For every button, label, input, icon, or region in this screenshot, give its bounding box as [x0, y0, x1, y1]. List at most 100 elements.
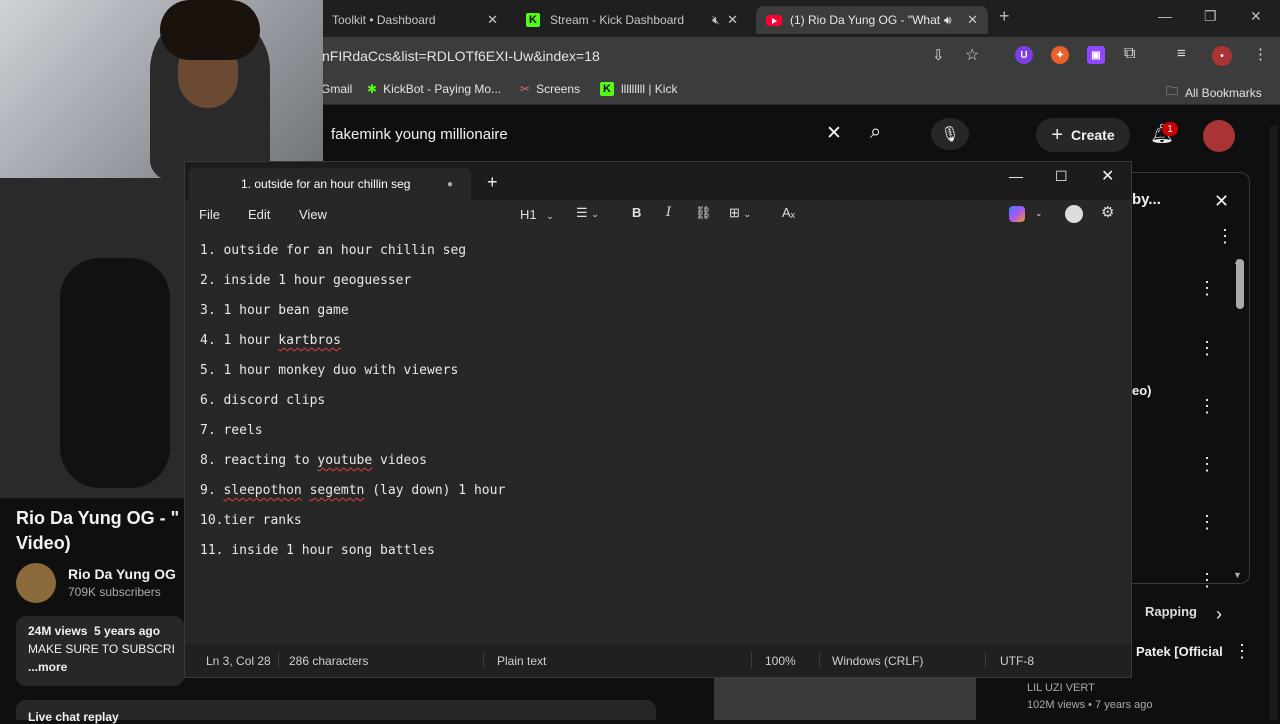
- encoding[interactable]: UTF-8: [1000, 654, 1034, 668]
- more-options-icon[interactable]: ⋮: [1198, 279, 1216, 297]
- chip-rapping[interactable]: Rapping: [1145, 604, 1197, 619]
- minimize-icon[interactable]: —: [1158, 8, 1172, 24]
- line-ending[interactable]: Windows (CRLF): [832, 654, 923, 668]
- install-app-icon[interactable]: ⇩: [932, 46, 945, 64]
- notepad-tab[interactable]: 1. outside for an hour chillin seg ●: [189, 168, 471, 200]
- folder-icon: 🗀: [1166, 84, 1179, 98]
- url-field[interactable]: nFIRdaCcs&list=RDLOTf6EXI-Uw&index=18: [322, 48, 600, 64]
- description-text: MAKE SURE TO SUBSCRI: [28, 642, 175, 656]
- list-item: 4. 1 hour kartbros: [200, 333, 341, 348]
- video-player[interactable]: [0, 178, 184, 498]
- misspelled-word: youtube: [317, 453, 373, 468]
- scroll-up-icon[interactable]: ▲: [1233, 256, 1242, 266]
- user-avatar[interactable]: [1203, 120, 1235, 152]
- format-indicator[interactable]: Plain text: [497, 654, 546, 668]
- more-options-icon[interactable]: ⋮: [1198, 455, 1216, 473]
- close-panel-icon[interactable]: ✕: [1214, 191, 1229, 212]
- recommended-channel[interactable]: LIL UZI VERT: [1027, 682, 1095, 694]
- menu-file[interactable]: File: [199, 207, 220, 222]
- voice-search-icon[interactable]: 🎙︎: [931, 118, 969, 150]
- minimize-icon[interactable]: —: [1009, 168, 1023, 184]
- search-icon[interactable]: ⌕: [870, 121, 881, 144]
- restore-icon[interactable]: ❐: [1204, 8, 1217, 25]
- close-icon[interactable]: ✕: [487, 12, 498, 28]
- bookmark-gmail[interactable]: Gmail: [321, 82, 352, 96]
- close-icon[interactable]: ✕: [1101, 166, 1114, 186]
- italic-icon[interactable]: I: [666, 205, 671, 220]
- more-options-icon[interactable]: ⋮: [1198, 339, 1216, 357]
- close-window-icon[interactable]: ✕: [1250, 8, 1262, 25]
- page-scrollbar[interactable]: [1270, 126, 1278, 720]
- menu-edit[interactable]: Edit: [248, 207, 270, 222]
- media-controls-icon[interactable]: ≡: [1177, 45, 1186, 62]
- star-icon[interactable]: ☆: [965, 45, 979, 65]
- create-button[interactable]: + Create: [1036, 118, 1130, 152]
- chevron-right-icon[interactable]: ›: [1216, 604, 1222, 625]
- more-options-icon[interactable]: ⋮: [1198, 513, 1216, 531]
- new-tab-icon[interactable]: +: [999, 6, 1010, 27]
- list-item: 10.tier ranks: [200, 513, 302, 528]
- table-icon[interactable]: ⊞ ⌄: [729, 205, 751, 221]
- menu-view[interactable]: View: [299, 207, 327, 222]
- bookmark-screens[interactable]: ✂ Screens: [520, 82, 580, 96]
- profile-avatar[interactable]: •: [1212, 46, 1232, 66]
- account-icon[interactable]: [1065, 205, 1083, 223]
- maximize-icon[interactable]: ☐: [1055, 168, 1068, 185]
- link-icon[interactable]: ⛓: [695, 205, 712, 221]
- tab-kick-dashboard[interactable]: K Stream - Kick Dashboard 🔇︎ ✕: [516, 6, 748, 34]
- extension-icon[interactable]: ✦: [1051, 46, 1069, 64]
- clear-search-icon[interactable]: ✕: [826, 122, 842, 145]
- tab-toolkit[interactable]: Toolkit • Dashboard ✕: [318, 6, 508, 34]
- close-icon[interactable]: ✕: [967, 12, 978, 28]
- tab-youtube[interactable]: (1) Rio Da Yung OG - "What 🔊︎ ✕: [756, 6, 988, 34]
- create-label: Create: [1071, 127, 1115, 143]
- search-input[interactable]: fakemink young millionaire: [331, 126, 508, 143]
- recommended-title[interactable]: Patek [Official: [1136, 644, 1223, 659]
- scroll-down-icon[interactable]: ▼: [1233, 570, 1242, 580]
- browser-menu-icon[interactable]: ⋮: [1253, 45, 1268, 63]
- close-icon[interactable]: ✕: [727, 12, 738, 28]
- list-icon[interactable]: ☰ ⌄: [576, 205, 599, 221]
- panel-scrollbar-thumb[interactable]: [1236, 259, 1244, 309]
- clear-formatting-icon[interactable]: Aₓ: [782, 205, 795, 220]
- bookmark-kick[interactable]: Klllllllll | Kick: [600, 82, 677, 96]
- bookmark-label: KickBot - Paying Mo...: [383, 82, 502, 96]
- recommended-thumbnail[interactable]: [714, 676, 976, 720]
- more-options-icon[interactable]: ⋮: [1216, 227, 1234, 245]
- youtube-icon: [766, 14, 782, 26]
- bookmark-label: Gmail: [321, 82, 353, 96]
- speaker-icon[interactable]: 🔊︎: [944, 13, 952, 28]
- kick-icon: K: [600, 82, 614, 96]
- extension-twitch-icon[interactable]: ▣: [1087, 46, 1105, 64]
- unsaved-dot-icon[interactable]: ●: [447, 179, 453, 190]
- list-item: 7. reels: [200, 423, 263, 438]
- bookmark-kickbot[interactable]: ✱ KickBot - Paying Mo...: [367, 82, 501, 96]
- gear-icon[interactable]: ⚙: [1101, 203, 1114, 221]
- heading-value: H1: [520, 207, 537, 222]
- muted-speaker-icon[interactable]: 🔇︎: [712, 13, 720, 28]
- bold-icon[interactable]: B: [632, 205, 641, 220]
- upload-age: 5 years ago: [94, 624, 161, 638]
- panel-item-title: eo): [1132, 383, 1152, 398]
- notepad-text-area[interactable]: 1. outside for an hour chillin seg 2. in…: [185, 228, 1131, 644]
- chevron-down-icon[interactable]: ⌄: [1035, 208, 1043, 219]
- more-options-icon[interactable]: ⋮: [1198, 571, 1216, 589]
- new-tab-icon[interactable]: +: [487, 172, 498, 193]
- copilot-icon[interactable]: [1009, 206, 1025, 222]
- live-chat-replay[interactable]: Live chat replay: [16, 700, 656, 724]
- zoom-level[interactable]: 100%: [765, 654, 796, 668]
- extensions-puzzle-icon[interactable]: ⧉: [1124, 45, 1135, 63]
- channel-name[interactable]: Rio Da Yung OG: [68, 566, 176, 582]
- list-item: 5. 1 hour monkey duo with viewers: [200, 363, 459, 378]
- more-options-icon[interactable]: ⋮: [1233, 642, 1251, 660]
- extension-ublock-icon[interactable]: U: [1015, 46, 1033, 64]
- list-item: 8. reacting to youtube videos: [200, 453, 427, 468]
- description-box[interactable]: 24M views 5 years ago MAKE SURE TO SUBSC…: [16, 616, 184, 686]
- channel-avatar[interactable]: [16, 563, 56, 603]
- more-options-icon[interactable]: ⋮: [1198, 397, 1216, 415]
- notepad-statusbar: Ln 3, Col 28 286 characters Plain text 1…: [185, 644, 1131, 677]
- more-link[interactable]: ...more: [28, 660, 172, 674]
- all-bookmarks[interactable]: 🗀 All Bookmarks: [1166, 82, 1262, 103]
- heading-dropdown[interactable]: H1 ⌄: [520, 207, 554, 222]
- misspelled-word: segemtn: [309, 483, 365, 498]
